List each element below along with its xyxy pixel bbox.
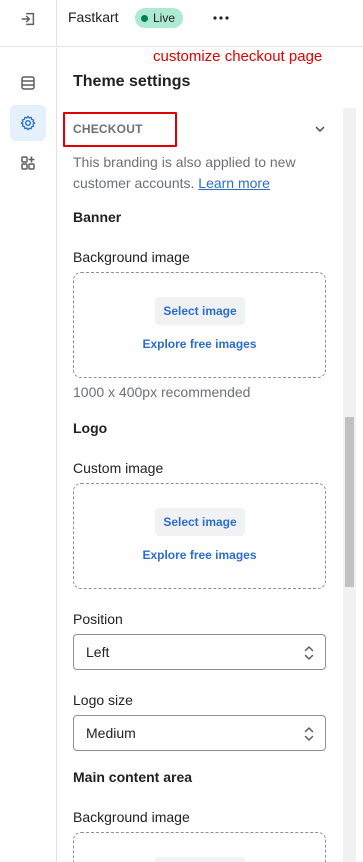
banner-image-dropzone[interactable]: Select image Explore free images — [73, 272, 326, 378]
panel-title: Theme settings — [73, 73, 191, 90]
main-content-heading: Main content area — [73, 769, 193, 785]
collapse-section-button[interactable] — [311, 120, 329, 138]
annotation-highlight-box — [63, 112, 177, 147]
chevron-down-icon — [315, 126, 325, 132]
checkout-helptext: This branding is also applied to new cus… — [73, 152, 333, 194]
main-content-bg-label: Background image — [73, 809, 190, 825]
logo-position-select[interactable]: Left — [73, 634, 326, 670]
banner-heading: Banner — [73, 209, 122, 225]
gear-icon — [20, 115, 36, 131]
left-rail — [0, 48, 57, 862]
logo-size-select[interactable]: Medium — [73, 715, 326, 751]
select-arrows-icon — [304, 646, 314, 660]
annotation-label: customize checkout page — [153, 48, 323, 65]
logo-image-dropzone[interactable]: Select image Explore free images — [73, 483, 326, 589]
banner-size-hint: 1000 x 400px recommended — [73, 384, 251, 400]
logo-custom-image-label: Custom image — [73, 460, 164, 476]
theme-settings-button[interactable] — [10, 105, 46, 141]
store-name: Fastkart — [68, 9, 119, 25]
logo-position-label: Position — [73, 611, 123, 627]
sections-icon — [21, 76, 35, 90]
live-badge-label: Live — [153, 11, 176, 25]
banner-select-image-button[interactable]: Select image — [155, 297, 245, 325]
exit-button[interactable] — [10, 0, 46, 37]
topbar-divider — [56, 0, 57, 47]
logo-select-image-button[interactable]: Select image — [155, 508, 245, 536]
apps-icon — [21, 156, 35, 170]
exit-icon — [21, 12, 35, 25]
more-actions-button[interactable] — [207, 8, 235, 28]
logo-position-value: Left — [86, 644, 110, 660]
logo-heading: Logo — [73, 420, 108, 436]
select-arrows-icon — [304, 727, 314, 741]
banner-explore-images-link[interactable]: Explore free images — [74, 337, 325, 351]
panel-scrollbar-thumb[interactable] — [345, 417, 354, 587]
sections-button[interactable] — [10, 65, 46, 101]
main-content-image-dropzone[interactable] — [73, 832, 326, 862]
more-horizontal-icon — [213, 16, 229, 20]
live-status-badge: Live — [135, 8, 184, 28]
top-bar: Fastkart Live — [0, 0, 363, 47]
logo-explore-images-link[interactable]: Explore free images — [74, 548, 325, 562]
learn-more-link[interactable]: Learn more — [198, 175, 270, 191]
logo-size-label: Logo size — [73, 692, 133, 708]
logo-size-value: Medium — [86, 725, 136, 741]
banner-bg-label: Background image — [73, 249, 190, 265]
live-dot-icon — [141, 14, 148, 22]
app-embeds-button[interactable] — [10, 145, 46, 181]
main-content-select-image-button[interactable] — [155, 857, 245, 862]
